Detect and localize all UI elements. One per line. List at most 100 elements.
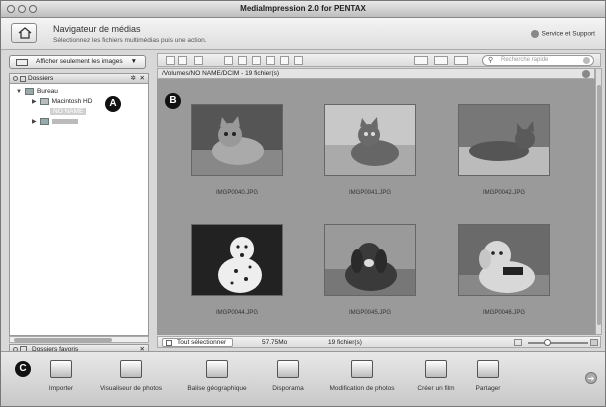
scroll-thumb[interactable] xyxy=(14,338,112,342)
disclosure-closed-icon[interactable]: ▶ xyxy=(32,118,37,125)
globe-icon xyxy=(206,360,228,378)
filter-mode-icon[interactable] xyxy=(454,56,468,65)
window-title: MediaImpression 2.0 for PENTAX xyxy=(240,4,366,13)
hard-disk-icon xyxy=(39,98,49,105)
print-icon[interactable] xyxy=(252,56,261,65)
sort-icon[interactable] xyxy=(194,56,203,65)
photo-edit-icon xyxy=(351,360,373,378)
next-arrow-icon[interactable]: ➔ xyxy=(585,372,597,384)
photo-thumbnail[interactable] xyxy=(458,224,550,296)
large-thumbnails-icon[interactable] xyxy=(590,339,598,346)
thumbnail-item[interactable]: IMGP0041.JPG xyxy=(324,104,416,196)
disporama-button[interactable]: Disporama xyxy=(263,360,313,392)
share-icon xyxy=(477,360,499,378)
thumbnail-item[interactable]: IMGP0040.JPG xyxy=(191,104,283,196)
clear-search-icon[interactable] xyxy=(583,57,590,64)
photo-thumbnail[interactable] xyxy=(458,104,550,176)
geotag-button[interactable]: Balise géographique xyxy=(181,360,253,392)
tree-item-macintosh-hd[interactable]: ▶ Macintosh HD xyxy=(32,98,92,105)
folder-icon xyxy=(24,88,34,95)
app-window: MediaImpression 2.0 for PENTAX Navigateu… xyxy=(0,0,606,407)
photo-viewer-button[interactable]: Visualiseur de photos xyxy=(91,360,171,392)
thumbnail-item[interactable]: IMGP0046.JPG xyxy=(458,224,550,316)
folder-tree: ▼ Bureau ▶ Macintosh HD NO NAME ▶ xyxy=(9,84,149,336)
cat-photo xyxy=(459,105,549,175)
info-icon[interactable] xyxy=(238,56,247,65)
folders-header: Dossiers ✲ ✕ xyxy=(9,73,149,84)
photo-thumbnail[interactable] xyxy=(191,224,283,296)
left-panel: Afficher seulement les images ▼ Dossiers… xyxy=(5,53,151,355)
import-button[interactable]: Importer xyxy=(39,360,83,392)
email-icon[interactable] xyxy=(280,56,289,65)
thumbnail-label: IMGP0045.JPG xyxy=(348,310,392,316)
filter-dropdown[interactable]: Afficher seulement les images ▼ xyxy=(9,55,146,69)
view-mode-icon[interactable] xyxy=(414,56,428,65)
tree-item-desktop[interactable]: ▼ Bureau xyxy=(16,88,58,95)
rotate-right-icon[interactable] xyxy=(178,56,187,65)
import-icon xyxy=(50,360,72,378)
page-subtitle: Sélectionnez les fichiers multimédias pu… xyxy=(53,37,207,44)
golden-retriever-photo xyxy=(459,225,549,295)
cat-photo xyxy=(192,105,282,175)
dalmatian-photo xyxy=(192,225,282,295)
blurred-folder-name xyxy=(51,119,78,124)
close-icon[interactable]: ✕ xyxy=(140,74,145,82)
disporama-label: Disporama xyxy=(272,385,304,392)
checkbox-icon[interactable] xyxy=(166,340,172,346)
rotate-left-icon[interactable] xyxy=(166,56,175,65)
marker-b: B xyxy=(165,93,181,109)
slider-knob[interactable] xyxy=(544,339,551,346)
photo-thumbnail[interactable] xyxy=(324,104,416,176)
import-label: Importer xyxy=(48,385,74,392)
tree-item-no-name[interactable]: NO NAME xyxy=(50,108,87,115)
disclosure-closed-icon[interactable]: ▶ xyxy=(32,98,37,105)
photo-viewer-icon xyxy=(120,360,142,378)
thumbnail-grid: IMGP0040.JPG IMGP0041.JPG IMGP0042.JPG I… xyxy=(157,79,595,335)
horizontal-scrollbar[interactable] xyxy=(9,336,149,343)
copy-icon[interactable] xyxy=(266,56,275,65)
status-bar: Tout sélectionner 57.75Mo 19 fichier(s) xyxy=(157,336,601,348)
trash-icon[interactable] xyxy=(294,56,303,65)
vertical-scrollbar[interactable] xyxy=(595,68,602,335)
photo-edit-label: Modification de photos xyxy=(329,385,395,392)
thumbnail-item[interactable]: IMGP0045.JPG xyxy=(324,224,416,316)
scroll-thumb[interactable] xyxy=(597,85,601,325)
search-input[interactable]: ⚲ Recherche rapide xyxy=(482,55,594,66)
thumbnail-item[interactable]: IMGP0044.JPG xyxy=(191,224,283,316)
tree-label-disk: Macintosh HD xyxy=(51,98,93,106)
collapse-icon[interactable] xyxy=(13,76,18,81)
cat-photo xyxy=(325,105,415,175)
home-icon xyxy=(18,27,32,39)
select-all-checkbox[interactable]: Tout sélectionner xyxy=(162,338,234,347)
search-placeholder: Recherche rapide xyxy=(501,57,549,63)
thumbnail-item[interactable]: IMGP0042.JPG xyxy=(458,104,550,196)
select-all-label: Tout sélectionner xyxy=(177,339,227,346)
small-thumbnails-icon[interactable] xyxy=(514,339,522,346)
globe-icon xyxy=(530,30,539,38)
share-button[interactable]: Partager xyxy=(465,360,511,392)
create-movie-label: Créer un film xyxy=(417,385,455,392)
thumbnail-label: IMGP0040.JPG xyxy=(215,190,259,196)
path-dropdown-icon[interactable] xyxy=(582,70,590,78)
main-toolbar: ⚲ Recherche rapide xyxy=(157,53,601,67)
folders-label: Dossiers xyxy=(28,75,54,82)
tree-item-user[interactable]: ▶ xyxy=(32,118,78,125)
photo-thumbnail[interactable] xyxy=(191,104,283,176)
disclosure-open-icon[interactable]: ▼ xyxy=(16,89,22,95)
thumbnail-size-slider[interactable] xyxy=(528,339,588,346)
thumbnail-label: IMGP0041.JPG xyxy=(348,190,392,196)
page-title: Navigateur de médias xyxy=(53,24,141,34)
support-link[interactable]: Service et Support xyxy=(530,30,595,38)
image-filter-icon xyxy=(16,59,28,66)
sort-mode-icon[interactable] xyxy=(434,56,448,65)
support-label: Service et Support xyxy=(541,30,595,38)
photo-thumbnail[interactable] xyxy=(324,224,416,296)
home-button[interactable] xyxy=(11,23,37,43)
gear-icon[interactable]: ✲ xyxy=(131,74,136,82)
film-icon xyxy=(425,360,447,378)
create-movie-button[interactable]: Créer un film xyxy=(411,360,461,392)
thumbnail-label: IMGP0042.JPG xyxy=(482,190,526,196)
photo-edit-button[interactable]: Modification de photos xyxy=(319,360,405,392)
star-icon[interactable] xyxy=(224,56,233,65)
marker-c: C xyxy=(15,361,31,377)
